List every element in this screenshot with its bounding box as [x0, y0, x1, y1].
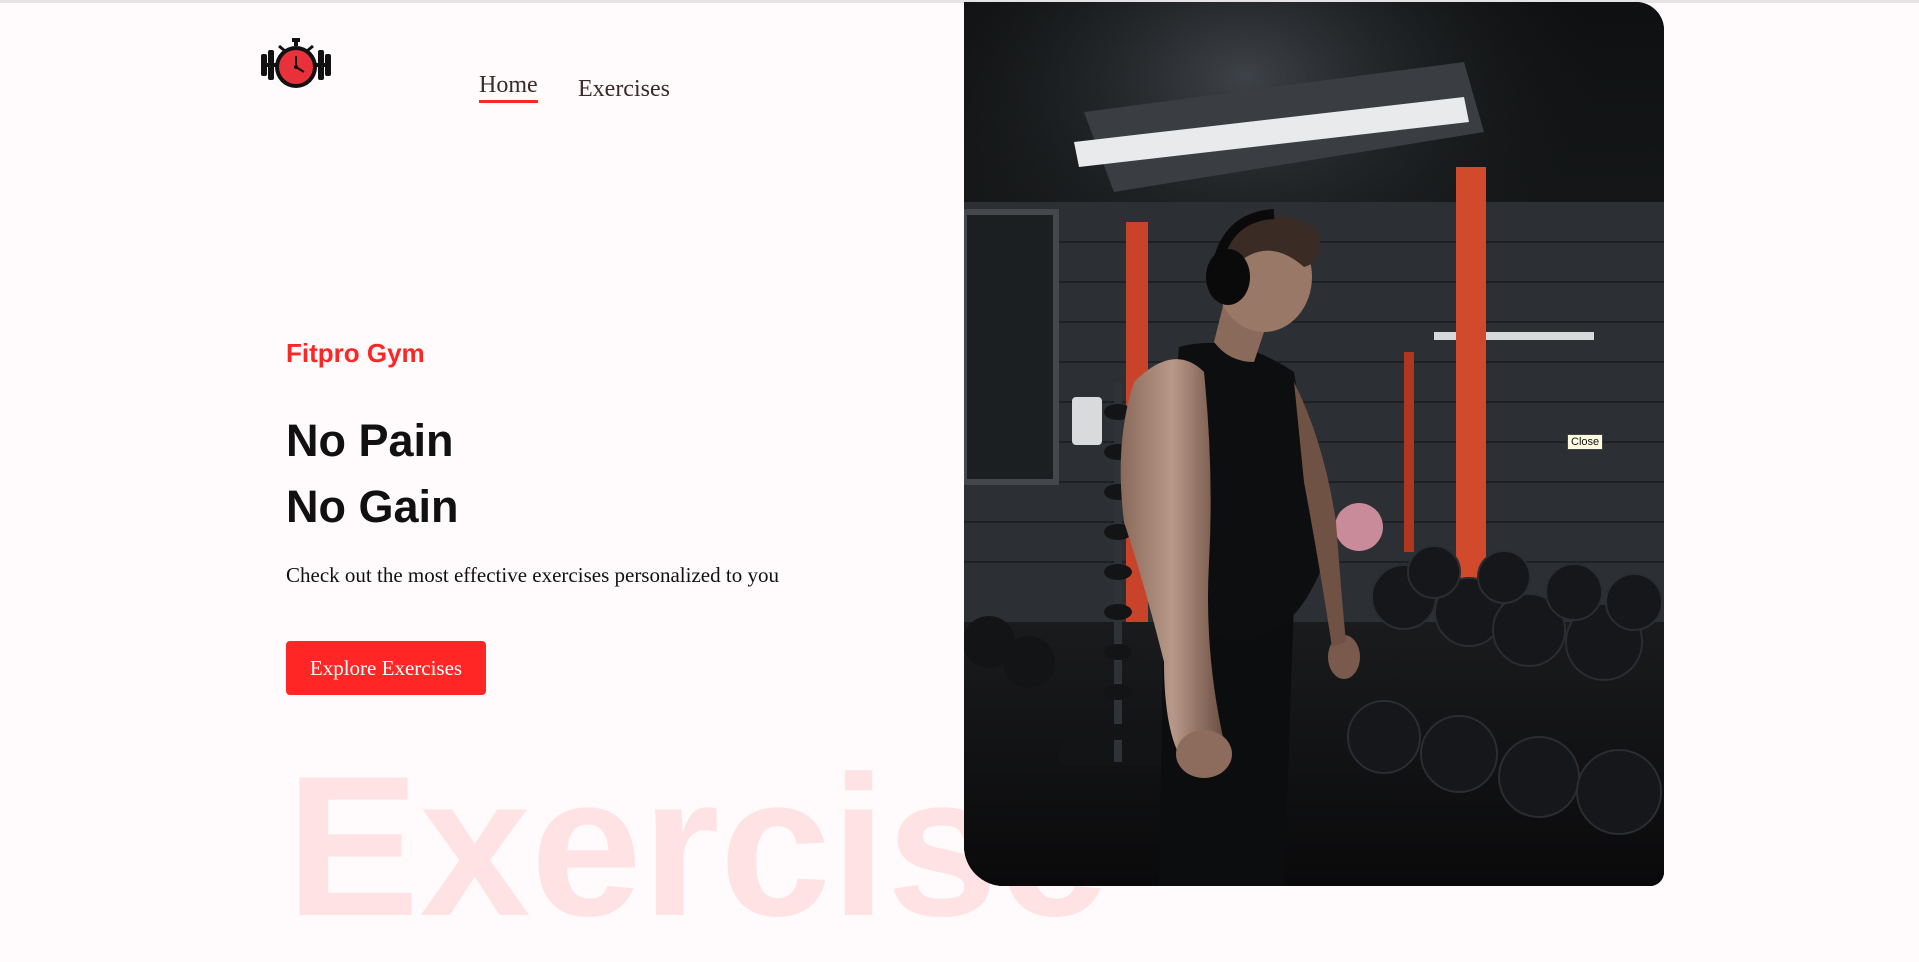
brand-name: Fitpro Gym — [286, 338, 425, 368]
headline-line-2: No Gain — [286, 481, 459, 532]
close-tooltip: Close — [1567, 434, 1604, 450]
hero-subtext: Check out the most effective exercises p… — [286, 563, 779, 587]
nav-link-home[interactable]: Home — [479, 72, 538, 99]
hero-banner-image — [964, 2, 1664, 886]
nav-active-underline — [479, 100, 538, 103]
explore-exercises-button[interactable]: Explore Exercises — [286, 641, 486, 695]
nav-link-exercises[interactable]: Exercises — [578, 76, 670, 103]
headline-line-1: No Pain — [286, 415, 454, 466]
hero-headline: No Pain No Gain — [286, 408, 459, 540]
logo-icon[interactable] — [259, 36, 333, 94]
